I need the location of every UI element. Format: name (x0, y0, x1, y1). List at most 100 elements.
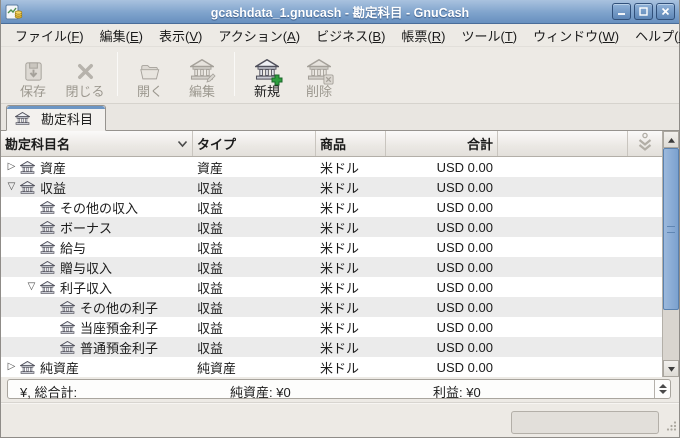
toolbar-separator (234, 52, 235, 96)
menu-edit[interactable]: 編集(E) (92, 24, 151, 47)
scrollbar-thumb[interactable] (663, 148, 679, 310)
grand-total-label: ¥, 総合計: (20, 382, 77, 401)
menu-view[interactable]: 表示(V) (151, 24, 210, 47)
gnucash-app-icon (5, 3, 23, 21)
window-title: gcashdata_1.gnucash - 勘定科目 - GnuCash (1, 2, 679, 21)
new-account-icon (255, 57, 279, 83)
column-chooser-button[interactable] (628, 131, 662, 156)
scrollbar-track[interactable] (663, 148, 679, 360)
account-name-cell: その他の利子 (1, 298, 193, 317)
account-total: USD 0.00 (386, 280, 498, 295)
open-icon (138, 57, 162, 83)
table-header: 勘定科目名 タイプ 商品 合計 (1, 131, 662, 157)
account-commodity: 米ドル (316, 278, 386, 297)
account-total: USD 0.00 (386, 360, 498, 375)
vertical-scrollbar[interactable] (662, 131, 679, 377)
close-button[interactable] (656, 3, 675, 20)
menu-reports[interactable]: 帳票(R) (393, 24, 453, 47)
account-row[interactable]: 普通預金利子 収益 米ドル USD 0.00 (1, 337, 662, 357)
close-icon (74, 57, 97, 83)
account-name: 純資産 (40, 358, 79, 377)
menu-business[interactable]: ビジネス(B) (308, 24, 393, 47)
toolbar-button-label: 編集 (189, 85, 215, 99)
summary-options-stepper[interactable] (654, 380, 670, 398)
account-row[interactable]: ボーナス 収益 米ドル USD 0.00 (1, 217, 662, 237)
scroll-down-button[interactable] (663, 360, 679, 377)
account-row[interactable]: ▽ 収益 収益 米ドル USD 0.00 (1, 177, 662, 197)
net-assets-value: 純資産: ¥0 (230, 382, 291, 401)
minimize-button[interactable] (612, 3, 631, 20)
account-commodity: 米ドル (316, 358, 386, 377)
menu-bar: ファイル(F)編集(E)表示(V)アクション(A)ビジネス(B)帳票(R)ツール… (1, 24, 679, 47)
account-row[interactable]: その他の利子 収益 米ドル USD 0.00 (1, 297, 662, 317)
account-commodity: 米ドル (316, 338, 386, 357)
account-row[interactable]: 当座預金利子 収益 米ドル USD 0.00 (1, 317, 662, 337)
edit-account-icon (190, 57, 214, 83)
account-row[interactable]: ▷ 資産 資産 米ドル USD 0.00 (1, 157, 662, 177)
account-total: USD 0.00 (386, 160, 498, 175)
account-name-cell: その他の収入 (1, 198, 193, 217)
account-total: USD 0.00 (386, 220, 498, 235)
column-header-total[interactable]: 合計 (386, 131, 498, 156)
account-name: ボーナス (60, 218, 112, 237)
account-icon (40, 221, 56, 234)
account-name-cell: ▽ 利子収入 (1, 277, 193, 297)
arrow-up-icon (667, 132, 676, 147)
column-header-account-name[interactable]: 勘定科目名 (1, 131, 193, 156)
menu-tools[interactable]: ツール(T) (454, 24, 526, 47)
delete-account-icon (307, 57, 331, 83)
account-total: USD 0.00 (386, 240, 498, 255)
account-icon (40, 261, 56, 274)
account-type: 純資産 (193, 358, 316, 377)
account-type: 収益 (193, 278, 316, 297)
account-name-cell: 給与 (1, 238, 193, 257)
menu-windows[interactable]: ウィンドウ(W) (525, 24, 627, 47)
maximize-button[interactable] (634, 3, 653, 20)
summary-field: ¥, 総合計: 純資産: ¥0 利益: ¥0 (7, 379, 671, 399)
expander-icon[interactable]: ▷ (3, 157, 20, 177)
expander-icon[interactable]: ▽ (3, 177, 20, 197)
menu-actions[interactable]: アクション(A) (210, 24, 308, 47)
scroll-up-button[interactable] (663, 131, 679, 148)
open-button: 開く (124, 50, 176, 99)
account-icon (20, 181, 36, 194)
stepper-down-icon (659, 390, 667, 394)
account-name: その他の利子 (80, 298, 158, 317)
column-header-filler (498, 131, 628, 156)
account-commodity: 米ドル (316, 178, 386, 197)
menu-file[interactable]: ファイル(F) (7, 24, 92, 47)
account-row[interactable]: ▽ 利子収入 収益 米ドル USD 0.00 (1, 277, 662, 297)
account-row[interactable]: 贈与収入 収益 米ドル USD 0.00 (1, 257, 662, 277)
account-icon (60, 301, 76, 314)
account-name: 利子収入 (60, 278, 112, 297)
expander-icon[interactable]: ▽ (23, 277, 40, 297)
menu-help[interactable]: ヘルプ(H) (627, 24, 680, 47)
new-button[interactable]: 新規 (241, 50, 293, 99)
account-commodity: 米ドル (316, 238, 386, 257)
profit-value: 利益: ¥0 (433, 382, 481, 401)
account-type: 収益 (193, 338, 316, 357)
account-row[interactable]: ▷ 純資産 純資産 米ドル USD 0.00 (1, 357, 662, 377)
expander-icon[interactable]: ▷ (3, 357, 20, 377)
tab-accounts[interactable]: 勘定科目 (6, 105, 106, 131)
resize-grip-icon[interactable] (665, 420, 677, 435)
account-type: 収益 (193, 178, 316, 197)
account-row[interactable]: 給与 収益 米ドル USD 0.00 (1, 237, 662, 257)
title-bar[interactable]: gcashdata_1.gnucash - 勘定科目 - GnuCash (1, 0, 679, 24)
column-header-commodity[interactable]: 商品 (316, 131, 386, 156)
account-commodity: 米ドル (316, 298, 386, 317)
sort-indicator-icon (177, 136, 188, 151)
toolbar: 保存 閉じる 開く 編集 新規 削除 (1, 47, 679, 104)
account-type: 収益 (193, 198, 316, 217)
close-button: 閉じる (59, 50, 111, 99)
account-name-cell: ▷ 資産 (1, 157, 193, 177)
arrow-down-icon (667, 361, 676, 376)
account-rows: ▷ 資産 資産 米ドル USD 0.00 ▽ 収益 収益 米ドル USD 0.0… (1, 157, 662, 377)
account-name-cell: ▽ 収益 (1, 177, 193, 197)
column-header-type[interactable]: タイプ (193, 131, 316, 156)
summary-bar: ¥, 総合計: 純資産: ¥0 利益: ¥0 (1, 377, 679, 402)
account-commodity: 米ドル (316, 218, 386, 237)
account-row[interactable]: その他の収入 収益 米ドル USD 0.00 (1, 197, 662, 217)
account-name: 収益 (40, 178, 66, 197)
account-type: 収益 (193, 218, 316, 237)
